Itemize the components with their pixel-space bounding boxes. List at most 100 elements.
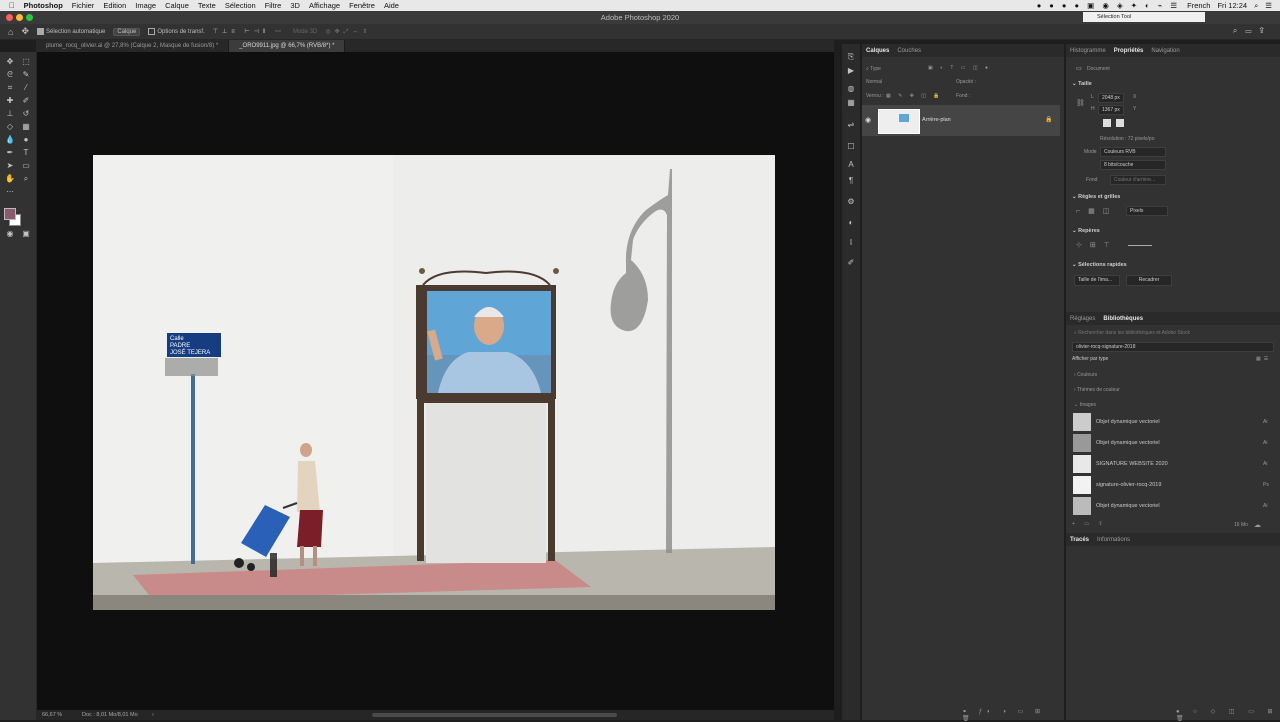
- tab-plume-rocq[interactable]: plume_rocq_olivier.ai @ 27,8% (Calque 2,…: [36, 40, 230, 52]
- mode-dropdown[interactable]: Couleurs RVB: [1100, 147, 1166, 157]
- units-dropdown[interactable]: Pixels: [1126, 206, 1168, 216]
- menu-selection[interactable]: Sélection: [225, 1, 256, 10]
- info-icon[interactable]: ◐: [846, 218, 856, 227]
- menu-filtre[interactable]: Filtre: [265, 1, 282, 10]
- tab-calques[interactable]: Calques: [862, 48, 893, 54]
- search-icon[interactable]: ⌕: [1254, 1, 1258, 11]
- tab-proprietes[interactable]: Propriétés: [1110, 48, 1148, 54]
- horizontal-scrollbar[interactable]: [372, 713, 617, 717]
- lock-icons[interactable]: ▦ ✎ ✥ ◫ 🔒: [886, 93, 943, 99]
- tab-navigation[interactable]: Navigation: [1147, 48, 1183, 54]
- library-item[interactable]: Objet dynamique vectoriel Ai: [1066, 495, 1280, 516]
- guide-line-style[interactable]: [1128, 245, 1152, 246]
- layer-filter-search[interactable]: ⌕ Type: [866, 65, 916, 73]
- tab-reglages[interactable]: Réglages: [1066, 316, 1099, 322]
- depth-dropdown[interactable]: 8 bits/couche: [1100, 160, 1166, 170]
- library-search[interactable]: ⌕ Rechercher dans les bibliothèques et A…: [1074, 330, 1190, 336]
- hand-tool-icon[interactable]: ✋: [5, 174, 15, 183]
- rules-section-title[interactable]: ⌄ Règles et grilles: [1072, 194, 1120, 200]
- auto-select-checkbox[interactable]: Sélection automatique: [36, 27, 105, 35]
- zoom-window-button[interactable]: [26, 14, 33, 21]
- group-couleurs[interactable]: › Couleurs: [1074, 372, 1097, 378]
- gear-icon[interactable]: ⚙: [846, 197, 856, 206]
- portrait-orientation-icon[interactable]: [1103, 119, 1111, 127]
- adjustments-icon[interactable]: ⇌: [846, 120, 856, 129]
- zoom-level[interactable]: 66,67 %: [42, 712, 62, 718]
- screen-mode-icon[interactable]: ▣: [21, 229, 31, 238]
- menu-affichage[interactable]: Affichage: [309, 1, 340, 10]
- type-tool-icon[interactable]: T: [21, 148, 31, 157]
- landscape-orientation-icon[interactable]: [1116, 119, 1124, 127]
- eraser-icon[interactable]: ◇: [5, 122, 15, 131]
- quick-section-title[interactable]: ⌄ Sélections rapides: [1072, 262, 1127, 268]
- brush-tool-icon[interactable]: ✐: [21, 96, 31, 105]
- apple-icon[interactable]: : [9, 1, 15, 10]
- view-by-type[interactable]: Afficher par type: [1072, 356, 1108, 362]
- path-select-icon[interactable]: ➤: [5, 161, 15, 170]
- healing-brush-icon[interactable]: ✚: [5, 96, 15, 105]
- layer-row-background[interactable]: ◉ Arrière-plan 🔒: [862, 105, 1060, 136]
- lasso-tool-icon[interactable]: ᘓ: [5, 70, 15, 79]
- library-item[interactable]: signature-olivier-rocq-2019 Ps: [1066, 474, 1280, 495]
- eye-icon[interactable]: ◉: [865, 116, 871, 124]
- guides-section-title[interactable]: ⌄ Repères: [1072, 228, 1100, 234]
- guides-icons[interactable]: ⊹⊞⊤: [1076, 241, 1118, 249]
- paragraph-icon[interactable]: ¶: [846, 176, 856, 185]
- trim-button[interactable]: Taille de l'ima...: [1074, 275, 1120, 286]
- menu-fenetre[interactable]: Fenêtre: [349, 1, 375, 10]
- menu-edition[interactable]: Edition: [103, 1, 126, 10]
- character-icon[interactable]: A: [846, 160, 856, 169]
- clone-source-icon[interactable]: ✐: [846, 258, 856, 267]
- transform-controls-checkbox[interactable]: Options de transf.: [148, 27, 205, 35]
- actions-icon[interactable]: ▶: [846, 66, 856, 75]
- menu-image[interactable]: Image: [135, 1, 156, 10]
- shape-tool-icon[interactable]: ▭: [21, 161, 31, 170]
- history-icon[interactable]: ⎘: [846, 52, 856, 61]
- menu-3d[interactable]: 3D: [290, 1, 300, 10]
- doc-size[interactable]: Doc : 8,01 Mo/8,01 Mo: [82, 712, 138, 718]
- library-add-icons[interactable]: + ▭ ⇪: [1072, 521, 1107, 527]
- filter-icons[interactable]: ▣ ◐ T ▭ ◫ ●: [928, 65, 991, 71]
- menu-list-icon[interactable]: ☰: [1265, 1, 1272, 10]
- color-icon[interactable]: ◍: [846, 84, 856, 93]
- status-icons[interactable]: ● ● ● ● ▣ ◉ ◈ ✦ ◐ ⌁ ☰: [1037, 1, 1180, 10]
- clock[interactable]: Fri 12:24: [1217, 1, 1247, 10]
- move-tool-icon[interactable]: ✥: [21, 26, 29, 37]
- layer-name[interactable]: Arrière-plan: [922, 117, 951, 123]
- quick-mask-icon[interactable]: ◉: [5, 229, 15, 238]
- fill-dropdown[interactable]: Couleur d'arrière...: [1110, 175, 1166, 185]
- crop-tool-icon[interactable]: ⌗: [5, 83, 15, 92]
- library-item[interactable]: Objet dynamique vectoriel Ai: [1066, 411, 1280, 432]
- library-dropdown[interactable]: olivier-rocq-signature-2018: [1072, 342, 1274, 352]
- eyedropper-icon[interactable]: ⁄: [21, 83, 31, 92]
- dodge-tool-icon[interactable]: ●: [21, 135, 31, 144]
- tab-oro9911[interactable]: _ORO9911.jpg @ 66,7% (RVB/8*) *: [229, 40, 346, 52]
- blend-mode-dropdown[interactable]: Normal: [866, 79, 882, 85]
- menu-texte[interactable]: Texte: [198, 1, 216, 10]
- swatches-icon[interactable]: ▦: [846, 98, 856, 107]
- menu-aide[interactable]: Aide: [384, 1, 399, 10]
- marquee-tool-icon[interactable]: ⬚: [21, 57, 31, 66]
- gradient-tool-icon[interactable]: ▦: [21, 122, 31, 131]
- language-indicator[interactable]: French: [1187, 1, 1210, 10]
- pen-tool-icon[interactable]: ✒: [5, 148, 15, 157]
- status-arrow-icon[interactable]: ›: [152, 712, 154, 718]
- menu-app[interactable]: Photoshop: [24, 1, 63, 10]
- zoom-tool-icon[interactable]: ⌕: [21, 174, 31, 183]
- libraries-icon[interactable]: ☐: [846, 142, 856, 151]
- library-item[interactable]: SIGNATURE WEBSITE 2020 Ai: [1066, 453, 1280, 474]
- 3d-tool-icons[interactable]: ◎✥⤢⇔⇕: [325, 28, 371, 36]
- document-image[interactable]: Calle PADRE JOSÉ TEJERA: [93, 155, 775, 610]
- home-icon[interactable]: ⌂: [8, 27, 13, 37]
- menu-calque[interactable]: Calque: [165, 1, 189, 10]
- move-tool-icon[interactable]: ✥: [5, 57, 15, 66]
- view-mode-icons[interactable]: ▦☰: [1256, 356, 1271, 362]
- tab-informations[interactable]: Informations: [1093, 537, 1134, 543]
- workspace-icons[interactable]: ⌕▭⇪: [1233, 26, 1272, 36]
- history-brush-icon[interactable]: ↺: [21, 109, 31, 118]
- menu-fichier[interactable]: Fichier: [72, 1, 95, 10]
- tab-couches[interactable]: Couches: [893, 48, 925, 54]
- align-icons[interactable]: ⊤⊥≡ ⊢⊣‖ ⋯: [213, 28, 285, 35]
- quick-select-icon[interactable]: ✎: [21, 70, 31, 79]
- tab-histogramme[interactable]: Histogramme: [1066, 48, 1110, 54]
